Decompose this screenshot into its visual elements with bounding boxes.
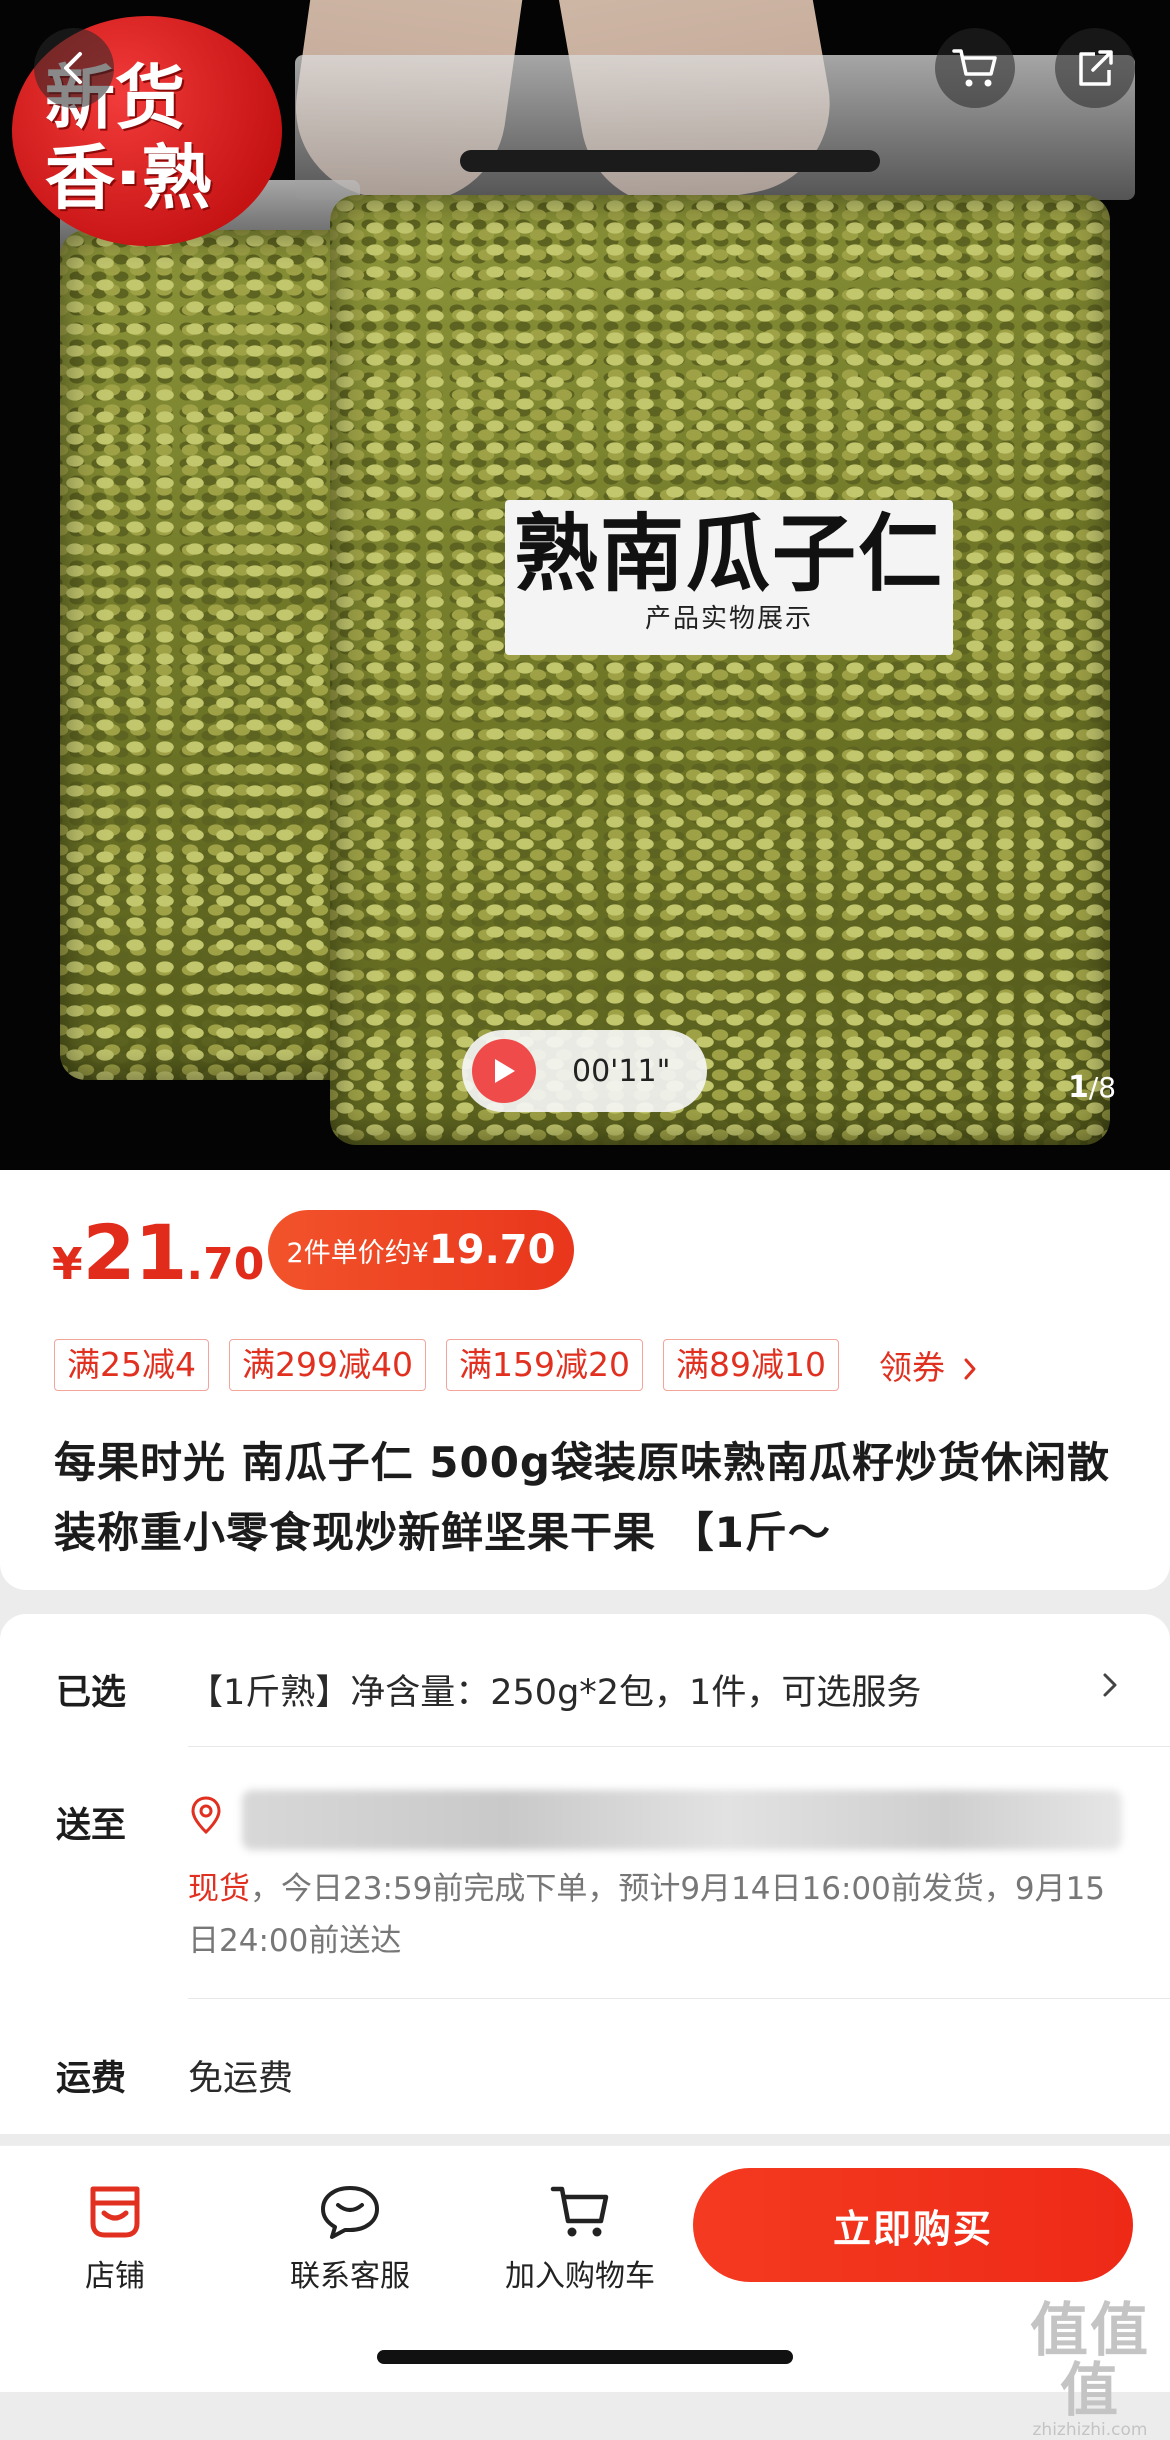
coupon-tag[interactable]: 满89减10 (662, 1339, 839, 1391)
address-redacted[interactable] (242, 1790, 1122, 1850)
coupon-row[interactable]: 满25减4 满299减40 满159减20 满89减10 领券 (54, 1338, 1164, 1392)
promo-badge-line: 香·熟 (45, 137, 212, 219)
add-cart-icon (550, 2186, 609, 2237)
price-integer: 21 (82, 1208, 188, 1297)
add-to-cart-label: 加入购物车 (505, 2259, 655, 2294)
coupon-tag[interactable]: 满159减20 (445, 1339, 643, 1391)
price: ¥21.70 (52, 1208, 264, 1297)
back-icon (64, 52, 82, 84)
coupon-tag[interactable]: 满25减4 (54, 1339, 209, 1391)
share-button[interactable] (1055, 28, 1135, 108)
coupon-tag[interactable]: 满299减40 (229, 1339, 426, 1391)
customer-service-button[interactable]: 联系客服 (275, 2175, 425, 2295)
multi-piece-price-badge: 2件单价约¥ 19.70 (268, 1210, 574, 1290)
carousel-page-current: 1 (1068, 1070, 1089, 1105)
product-title: 每果时光 南瓜子仁 500g袋装原味熟南瓜籽炒货休闲散装称重小零食现炒新鲜坚果干… (54, 1438, 1110, 1557)
add-to-cart-button[interactable]: 加入购物车 (495, 2175, 665, 2295)
ship-to-label: 送至 (56, 1806, 127, 1846)
product-label-title: 熟南瓜子仁 (513, 505, 944, 603)
product-photo-bag (330, 195, 1110, 1145)
video-play-button[interactable]: 00'11" (462, 1030, 707, 1112)
play-icon (472, 1039, 536, 1103)
carousel-page-indicator: 1/8 (1068, 1070, 1116, 1105)
shipping-fee-value: 免运费 (188, 2059, 294, 2099)
product-photo-bag-grip (460, 150, 880, 172)
price-currency: ¥ (52, 1239, 83, 1290)
shipping-estimate: 现货，今日23:59前完成下单，预计9月14日16:00前发货，9月15日24:… (188, 1863, 1108, 1967)
watermark-url: zhizhizhi.com (1032, 2420, 1148, 2440)
share-icon (1079, 50, 1113, 86)
shipping-fee-label: 运费 (56, 2059, 127, 2099)
shop-icon (90, 2186, 140, 2238)
stock-status: 现货 (188, 1871, 250, 1907)
get-coupon-link[interactable]: 领券 (879, 1341, 980, 1389)
chevron-right-icon (964, 1358, 976, 1380)
multi-piece-price-value: 19.70 (428, 1227, 556, 1273)
divider (188, 1746, 1170, 1747)
product-label-subtitle: 产品实物展示 (644, 604, 813, 634)
cart-button[interactable] (935, 28, 1015, 108)
carousel-page-total: /8 (1088, 1071, 1117, 1104)
product-image-carousel[interactable]: 熟南瓜子仁 产品实物展示 新货 香·熟 00'11" 1/8 (0, 0, 1170, 1170)
divider (188, 1998, 1170, 1999)
shipping-estimate-text: ，今日23:59前完成下单，预计9月14日16:00前发货，9月15日24:00… (188, 1871, 1106, 1959)
shop-label: 店铺 (85, 2259, 145, 2294)
chevron-right-icon[interactable] (1100, 1670, 1120, 1700)
home-indicator[interactable] (377, 2350, 793, 2364)
service-label: 联系客服 (290, 2259, 410, 2294)
multi-piece-price-label: 2件单价约¥ (286, 1237, 429, 1269)
selected-label: 已选 (56, 1673, 127, 1713)
cart-icon (952, 49, 997, 87)
service-icon (321, 2186, 379, 2239)
back-button[interactable] (34, 28, 114, 108)
shop-button[interactable]: 店铺 (65, 2175, 165, 2295)
location-icon (191, 1796, 221, 1835)
watermark-logo: 值值值 (1029, 2296, 1150, 2424)
price-decimal: .70 (186, 1239, 265, 1290)
get-coupon-label: 领券 (878, 1348, 945, 1387)
video-duration: 00'11" (572, 1053, 671, 1089)
product-label: 熟南瓜子仁 产品实物展示 (505, 500, 953, 655)
selected-spec[interactable]: 【1斤熟】净含量：250g*2包，1件，可选服务 (188, 1664, 921, 1715)
site-watermark: 值值值 zhizhizhi.com (1015, 2300, 1165, 2440)
buy-now-button[interactable]: 立即购买 (693, 2168, 1133, 2282)
